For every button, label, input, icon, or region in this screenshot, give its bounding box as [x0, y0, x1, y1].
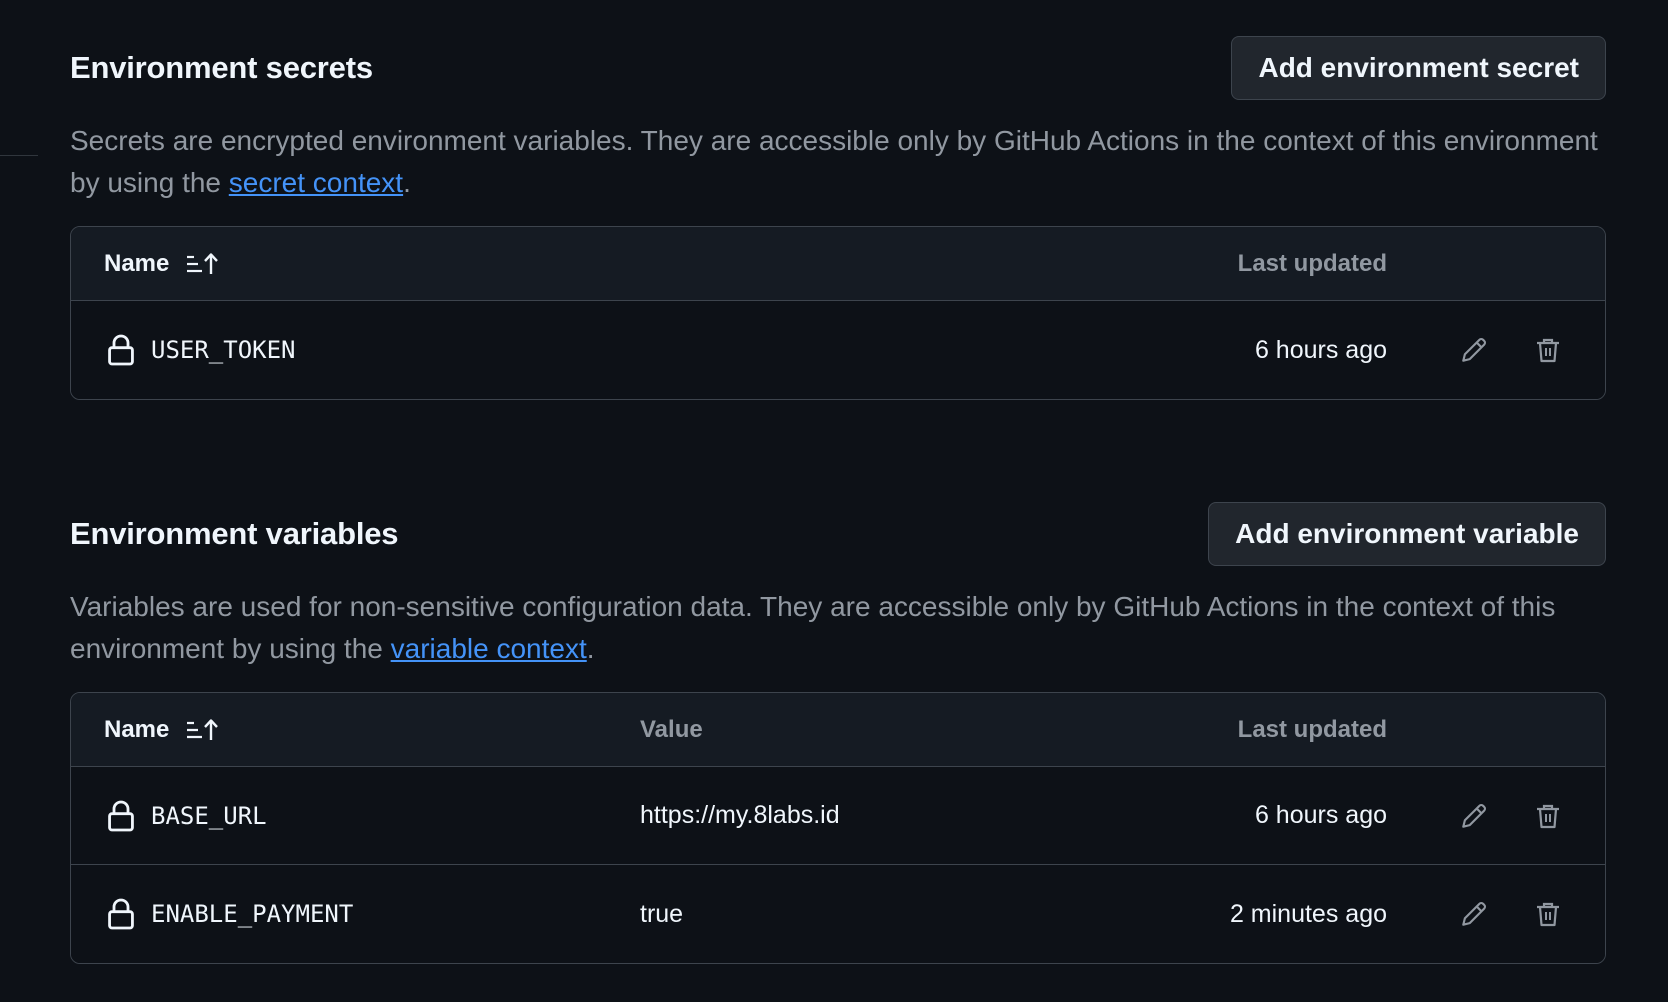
- pencil-icon[interactable]: [1457, 897, 1491, 931]
- secrets-title: Environment secrets: [70, 50, 373, 85]
- trash-icon[interactable]: [1531, 333, 1565, 367]
- lock-icon: [107, 897, 135, 931]
- trash-icon[interactable]: [1531, 897, 1565, 931]
- variables-title: Environment variables: [70, 516, 399, 551]
- secrets-table: Name Last updated USER_TOKEN 6 hours ago: [70, 226, 1606, 400]
- variables-table: Name Value Last updated BASE_URL https:/…: [70, 692, 1606, 964]
- value-column-header: Value: [640, 715, 703, 743]
- secrets-table-header: Name Last updated: [71, 227, 1605, 301]
- variable-context-link[interactable]: variable context: [391, 633, 587, 664]
- last-updated-column-header: Last updated: [1237, 249, 1387, 277]
- name-column-label: Name: [104, 249, 170, 277]
- secret-name: USER_TOKEN: [151, 336, 296, 364]
- environment-secrets-section: Environment secrets Add environment secr…: [70, 36, 1606, 400]
- name-column-label: Name: [104, 715, 170, 743]
- secrets-description-end: .: [403, 167, 411, 198]
- table-row: ENABLE_PAYMENT true 2 minutes ago: [71, 865, 1605, 963]
- add-environment-secret-button[interactable]: Add environment secret: [1231, 36, 1606, 100]
- variable-name-cell: BASE_URL: [107, 767, 267, 864]
- variable-value: https://my.8labs.id: [640, 801, 840, 829]
- variable-name: BASE_URL: [151, 801, 267, 830]
- variables-description: Variables are used for non-sensitive con…: [70, 586, 1606, 670]
- variables-table-header: Name Value Last updated: [71, 693, 1605, 767]
- variables-description-text: Variables are used for non-sensitive con…: [70, 591, 1556, 664]
- variable-last-updated: 2 minutes ago: [1229, 899, 1387, 928]
- secret-name-cell: USER_TOKEN: [107, 301, 296, 399]
- variable-name-cell: ENABLE_PAYMENT: [107, 865, 353, 963]
- table-row: USER_TOKEN 6 hours ago: [71, 301, 1605, 399]
- environment-variables-section: Environment variables Add environment va…: [70, 502, 1606, 964]
- last-updated-column-header: Last updated: [1237, 715, 1387, 743]
- variable-value: true: [640, 899, 684, 928]
- variables-description-end: .: [586, 633, 595, 664]
- add-environment-variable-button[interactable]: Add environment variable: [1208, 502, 1606, 566]
- secret-last-updated: 6 hours ago: [1254, 335, 1387, 364]
- sort-ascending-icon[interactable]: [185, 252, 219, 276]
- pencil-icon[interactable]: [1457, 799, 1491, 833]
- lock-icon: [107, 333, 135, 367]
- table-row: BASE_URL https://my.8labs.id 6 hours ago: [71, 767, 1605, 865]
- name-column-header[interactable]: Name: [104, 227, 219, 300]
- row-actions: [1457, 865, 1565, 963]
- variable-last-updated: 6 hours ago: [1254, 801, 1387, 829]
- pencil-icon[interactable]: [1457, 333, 1491, 367]
- secrets-header: Environment secrets Add environment secr…: [70, 36, 1606, 100]
- environment-settings-page: Environment secrets Add environment secr…: [0, 0, 1668, 1002]
- name-column-header[interactable]: Name: [104, 693, 219, 766]
- trash-icon[interactable]: [1531, 799, 1565, 833]
- row-actions: [1457, 767, 1565, 864]
- secrets-description: Secrets are encrypted environment variab…: [70, 120, 1606, 204]
- sort-ascending-icon[interactable]: [185, 718, 219, 742]
- lock-icon: [107, 799, 135, 833]
- variable-name: ENABLE_PAYMENT: [151, 900, 354, 928]
- secret-context-link[interactable]: secret context: [229, 167, 403, 198]
- row-actions: [1457, 301, 1565, 399]
- sidebar-divider: [0, 155, 38, 156]
- variables-header: Environment variables Add environment va…: [70, 502, 1606, 566]
